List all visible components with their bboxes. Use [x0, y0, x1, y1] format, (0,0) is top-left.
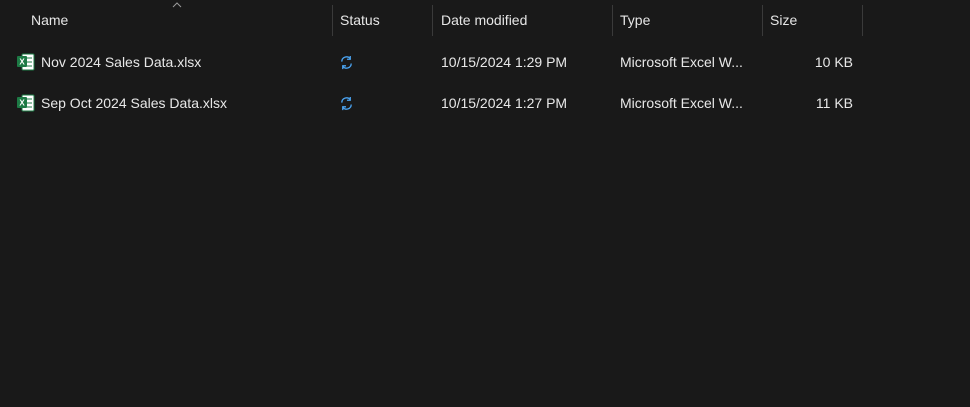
column-header-size[interactable]: Size	[770, 0, 797, 36]
column-divider[interactable]	[862, 5, 863, 36]
column-header-type[interactable]: Type	[620, 0, 650, 36]
file-row[interactable]: X Nov 2024 Sales Data.xlsx 10/15/2024 1:…	[0, 42, 970, 82]
file-name[interactable]: Nov 2024 Sales Data.xlsx	[41, 42, 201, 82]
column-header: Name Status Date modified Type Size	[0, 0, 970, 36]
column-divider[interactable]	[432, 5, 433, 36]
file-type: Microsoft Excel W...	[620, 54, 743, 70]
file-date-modified: 10/15/2024 1:29 PM	[441, 54, 568, 70]
sync-icon	[341, 96, 352, 111]
column-header-date-modified[interactable]: Date modified	[441, 0, 527, 36]
column-divider[interactable]	[332, 5, 333, 36]
sync-icon	[341, 55, 352, 70]
file-size: 11 KB	[815, 95, 853, 111]
column-divider[interactable]	[762, 5, 763, 36]
excel-file-icon: X	[17, 53, 35, 71]
svg-text:X: X	[19, 99, 25, 108]
column-header-status[interactable]: Status	[340, 0, 380, 36]
file-type: Microsoft Excel W...	[620, 95, 743, 111]
file-row[interactable]: X Sep Oct 2024 Sales Data.xlsx 10/15/202…	[0, 83, 970, 123]
sort-ascending-icon	[172, 2, 182, 8]
excel-file-icon: X	[17, 94, 35, 112]
column-header-name[interactable]: Name	[31, 0, 68, 36]
column-divider[interactable]	[612, 5, 613, 36]
file-name[interactable]: Sep Oct 2024 Sales Data.xlsx	[41, 83, 227, 123]
file-size: 10 KB	[814, 54, 853, 70]
file-list-pane: Name Status Date modified Type Size X No…	[0, 0, 970, 407]
svg-text:X: X	[19, 58, 25, 67]
file-date-modified: 10/15/2024 1:27 PM	[441, 95, 568, 111]
